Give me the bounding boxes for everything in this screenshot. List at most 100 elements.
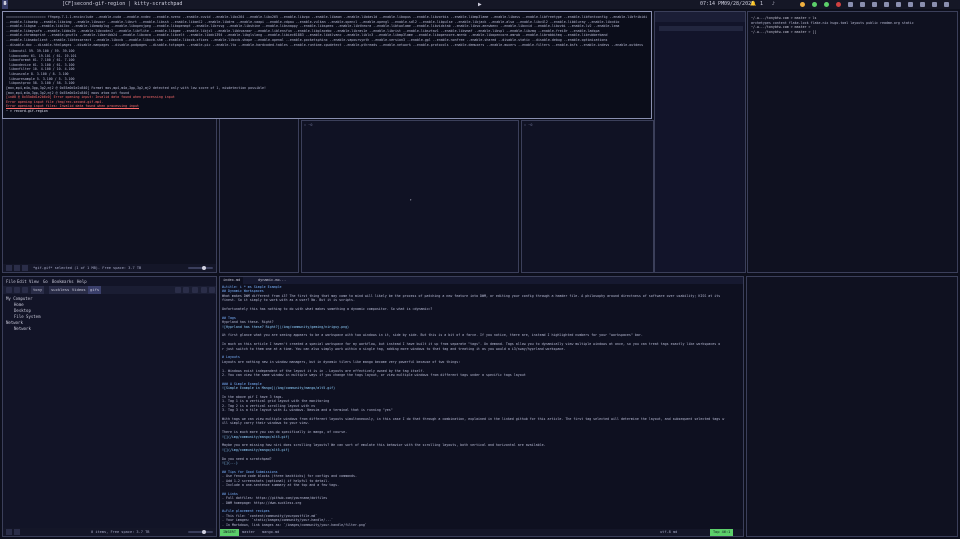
editor-window: index.md dynamic-mo... #+title: i * ms S… xyxy=(219,276,744,537)
editor-line: # Layouts xyxy=(222,355,240,360)
volume-icon[interactable]: ♪ xyxy=(772,0,775,9)
path-crumb-1[interactable]: tony xyxy=(31,286,45,294)
tray-icon-12[interactable] xyxy=(932,2,937,7)
browser-address-bar[interactable] xyxy=(659,26,743,31)
tray-icon-6[interactable] xyxy=(860,2,865,7)
editor-branch: master xyxy=(242,530,255,534)
editor-mode: INSERT xyxy=(220,529,239,536)
right-terminal-window: ~/.w.../tonybtw.com > master > ls archet… xyxy=(747,11,958,273)
editor-line: Hyprland has these. Right? xyxy=(222,320,274,325)
cursor-icon: ⬩ xyxy=(410,197,412,202)
editor-line: 2. You can view the same window in multi… xyxy=(222,373,526,377)
tray-icon-9[interactable] xyxy=(896,2,901,7)
editor-tab-1[interactable]: index.md xyxy=(220,277,244,284)
editor-line: With tags we can view multiple windows f… xyxy=(222,417,725,421)
right-window-label: ▫ ~0 xyxy=(524,123,533,127)
tray-icon-10[interactable] xyxy=(908,2,913,7)
tray-icon-2[interactable] xyxy=(812,2,817,7)
editor-statusline: INSERT master mango.md utf-8 md Top 46:1 xyxy=(220,529,743,536)
icon-size-slider[interactable] xyxy=(188,530,213,534)
editor-line: ![](...) xyxy=(222,461,238,465)
tray-icon-7[interactable] xyxy=(872,2,877,7)
editor-line: ![](/img/community/mango/alt5.gif) xyxy=(222,447,290,452)
build-line-7: --disable-doc --disable-htmlpages --disa… xyxy=(6,42,644,47)
tray-icon-4[interactable] xyxy=(836,2,841,7)
editor-line: - Use fenced code blocks (three backtick… xyxy=(222,474,357,479)
editor-line: - Full dotfiles: https://github.com/your… xyxy=(222,496,328,501)
editor-line: ## Tags xyxy=(222,315,236,320)
view-grid-icon[interactable] xyxy=(192,287,198,293)
editor-line: 1. Windows exist independent of the layo… xyxy=(222,368,425,373)
editor-line: - In Markdown, link images as: `/images/… xyxy=(222,522,367,527)
tray-icon-3[interactable] xyxy=(824,2,829,7)
sidebar-item-network[interactable]: Network xyxy=(6,326,66,332)
editor-line: #+File placement recipes xyxy=(222,509,270,514)
browser-toolbar xyxy=(655,12,745,22)
path-crumb-3[interactable]: Videos xyxy=(70,286,88,294)
workspace-9[interactable]: 9 xyxy=(2,0,8,9)
thumbnail-icon[interactable] xyxy=(6,265,12,271)
file-manager-sidebar: My Computer Home Desktop File System Net… xyxy=(6,296,66,332)
back-icon[interactable] xyxy=(6,287,12,293)
sidebar-toggle-icon[interactable] xyxy=(6,529,12,535)
editor-text-area[interactable]: #+title: i * ms Simple Example ## Dynamic… xyxy=(220,285,743,529)
editor-line: Unfortunately this has nothing to do wit… xyxy=(222,307,433,311)
places-icon[interactable] xyxy=(14,529,20,535)
editor-line: - Add 1-2 screenshots (optional) if help… xyxy=(222,478,330,483)
main-terminal-window[interactable]: ==================== ffmpeg-7.1.1-encinc… xyxy=(2,11,652,119)
menu-bookmarks[interactable]: Bookmarks xyxy=(52,279,74,285)
menu-view[interactable]: View xyxy=(29,279,39,285)
editor-line: #+title: i * ms Simple Example xyxy=(222,285,282,289)
zoom-slider-knob[interactable] xyxy=(202,266,206,270)
browser-window xyxy=(654,11,746,273)
gif-preview-window: ▫ ~0 ⬩ xyxy=(301,120,519,273)
file-manager-menubar: File Edit View Go Bookmarks Help xyxy=(6,279,216,285)
tray-icon-8[interactable] xyxy=(884,2,889,7)
menu-icon[interactable] xyxy=(209,287,215,293)
shell-prompt[interactable]: ~ > record-gif-region xyxy=(6,109,48,114)
file-manager-toolbar: tony suckless Videos gifs xyxy=(3,286,216,294)
fit-icon[interactable] xyxy=(14,265,20,271)
editor-line: Layouts are nothing new in window manage… xyxy=(222,359,461,364)
view-compact-icon[interactable] xyxy=(201,287,207,293)
editor-line: - This file: `content/community/yourpost… xyxy=(222,513,318,518)
up-icon[interactable] xyxy=(22,287,28,293)
file-manager-status: 0 items, Free space: 3.7 TB xyxy=(3,528,216,536)
editor-line: - Include a one-sentence summary at the … xyxy=(222,483,340,487)
menu-help[interactable]: Help xyxy=(77,279,87,285)
icon-size-slider-knob[interactable] xyxy=(202,530,206,534)
editor-line: There is much more you can do specifical… xyxy=(222,430,348,435)
editor-tab-2[interactable]: dynamic-mo... xyxy=(255,277,289,284)
editor-line: Do you need a scratchpad? xyxy=(222,456,272,461)
editor-file: mango.md xyxy=(262,530,280,534)
grid-icon[interactable] xyxy=(22,265,28,271)
menu-go[interactable]: Go xyxy=(43,279,48,285)
window-title: [CF]second-gif-region | kitty-scratchpad xyxy=(62,1,183,7)
bell-icon[interactable]: 🔔 xyxy=(750,0,756,9)
tray-icon-11[interactable] xyxy=(920,2,925,7)
zoom-slider[interactable] xyxy=(188,266,213,270)
tray-icon-13[interactable] xyxy=(944,2,949,7)
play-icon[interactable]: ▶ xyxy=(478,0,482,9)
editor-line: At first glance what you are seeing appe… xyxy=(222,333,643,338)
menu-file[interactable]: File xyxy=(6,279,16,285)
editor-position: Top 46:1 xyxy=(710,529,734,536)
image-viewer-status-text: *gif-gif* selected (1 of 1 MB). Free spa… xyxy=(33,266,142,270)
tray-icon-5[interactable] xyxy=(848,2,853,7)
right-lower-window xyxy=(746,276,958,537)
editor-line: 1. Tag 1 is a vertical grid layout with … xyxy=(222,399,330,404)
editor-line: ![](/img/community/mango/alt5.gif) xyxy=(222,434,290,439)
editor-line: ![Simple Example in Mango](/img/communit… xyxy=(222,386,336,391)
editor-line: ill simply carry their windows to your v… xyxy=(222,421,310,426)
path-crumb-2[interactable]: suckless xyxy=(49,286,72,294)
path-crumb-4[interactable]: gifs xyxy=(88,286,102,294)
editor-line: ## Tips for Good Submissions xyxy=(222,469,278,474)
search-icon[interactable] xyxy=(175,287,181,293)
view-list-icon[interactable] xyxy=(183,287,189,293)
tray-icon-1[interactable] xyxy=(800,2,805,7)
editor-line: ![Hyprland has these? Right?](/img/commu… xyxy=(222,324,350,329)
file-manager-window: File Edit View Go Bookmarks Help tony su… xyxy=(2,276,217,537)
right-term-line-4: ~/.w.../tonybtw.com > master > [] xyxy=(751,29,817,34)
forward-icon[interactable] xyxy=(14,287,20,293)
menu-edit[interactable]: Edit xyxy=(17,279,27,285)
